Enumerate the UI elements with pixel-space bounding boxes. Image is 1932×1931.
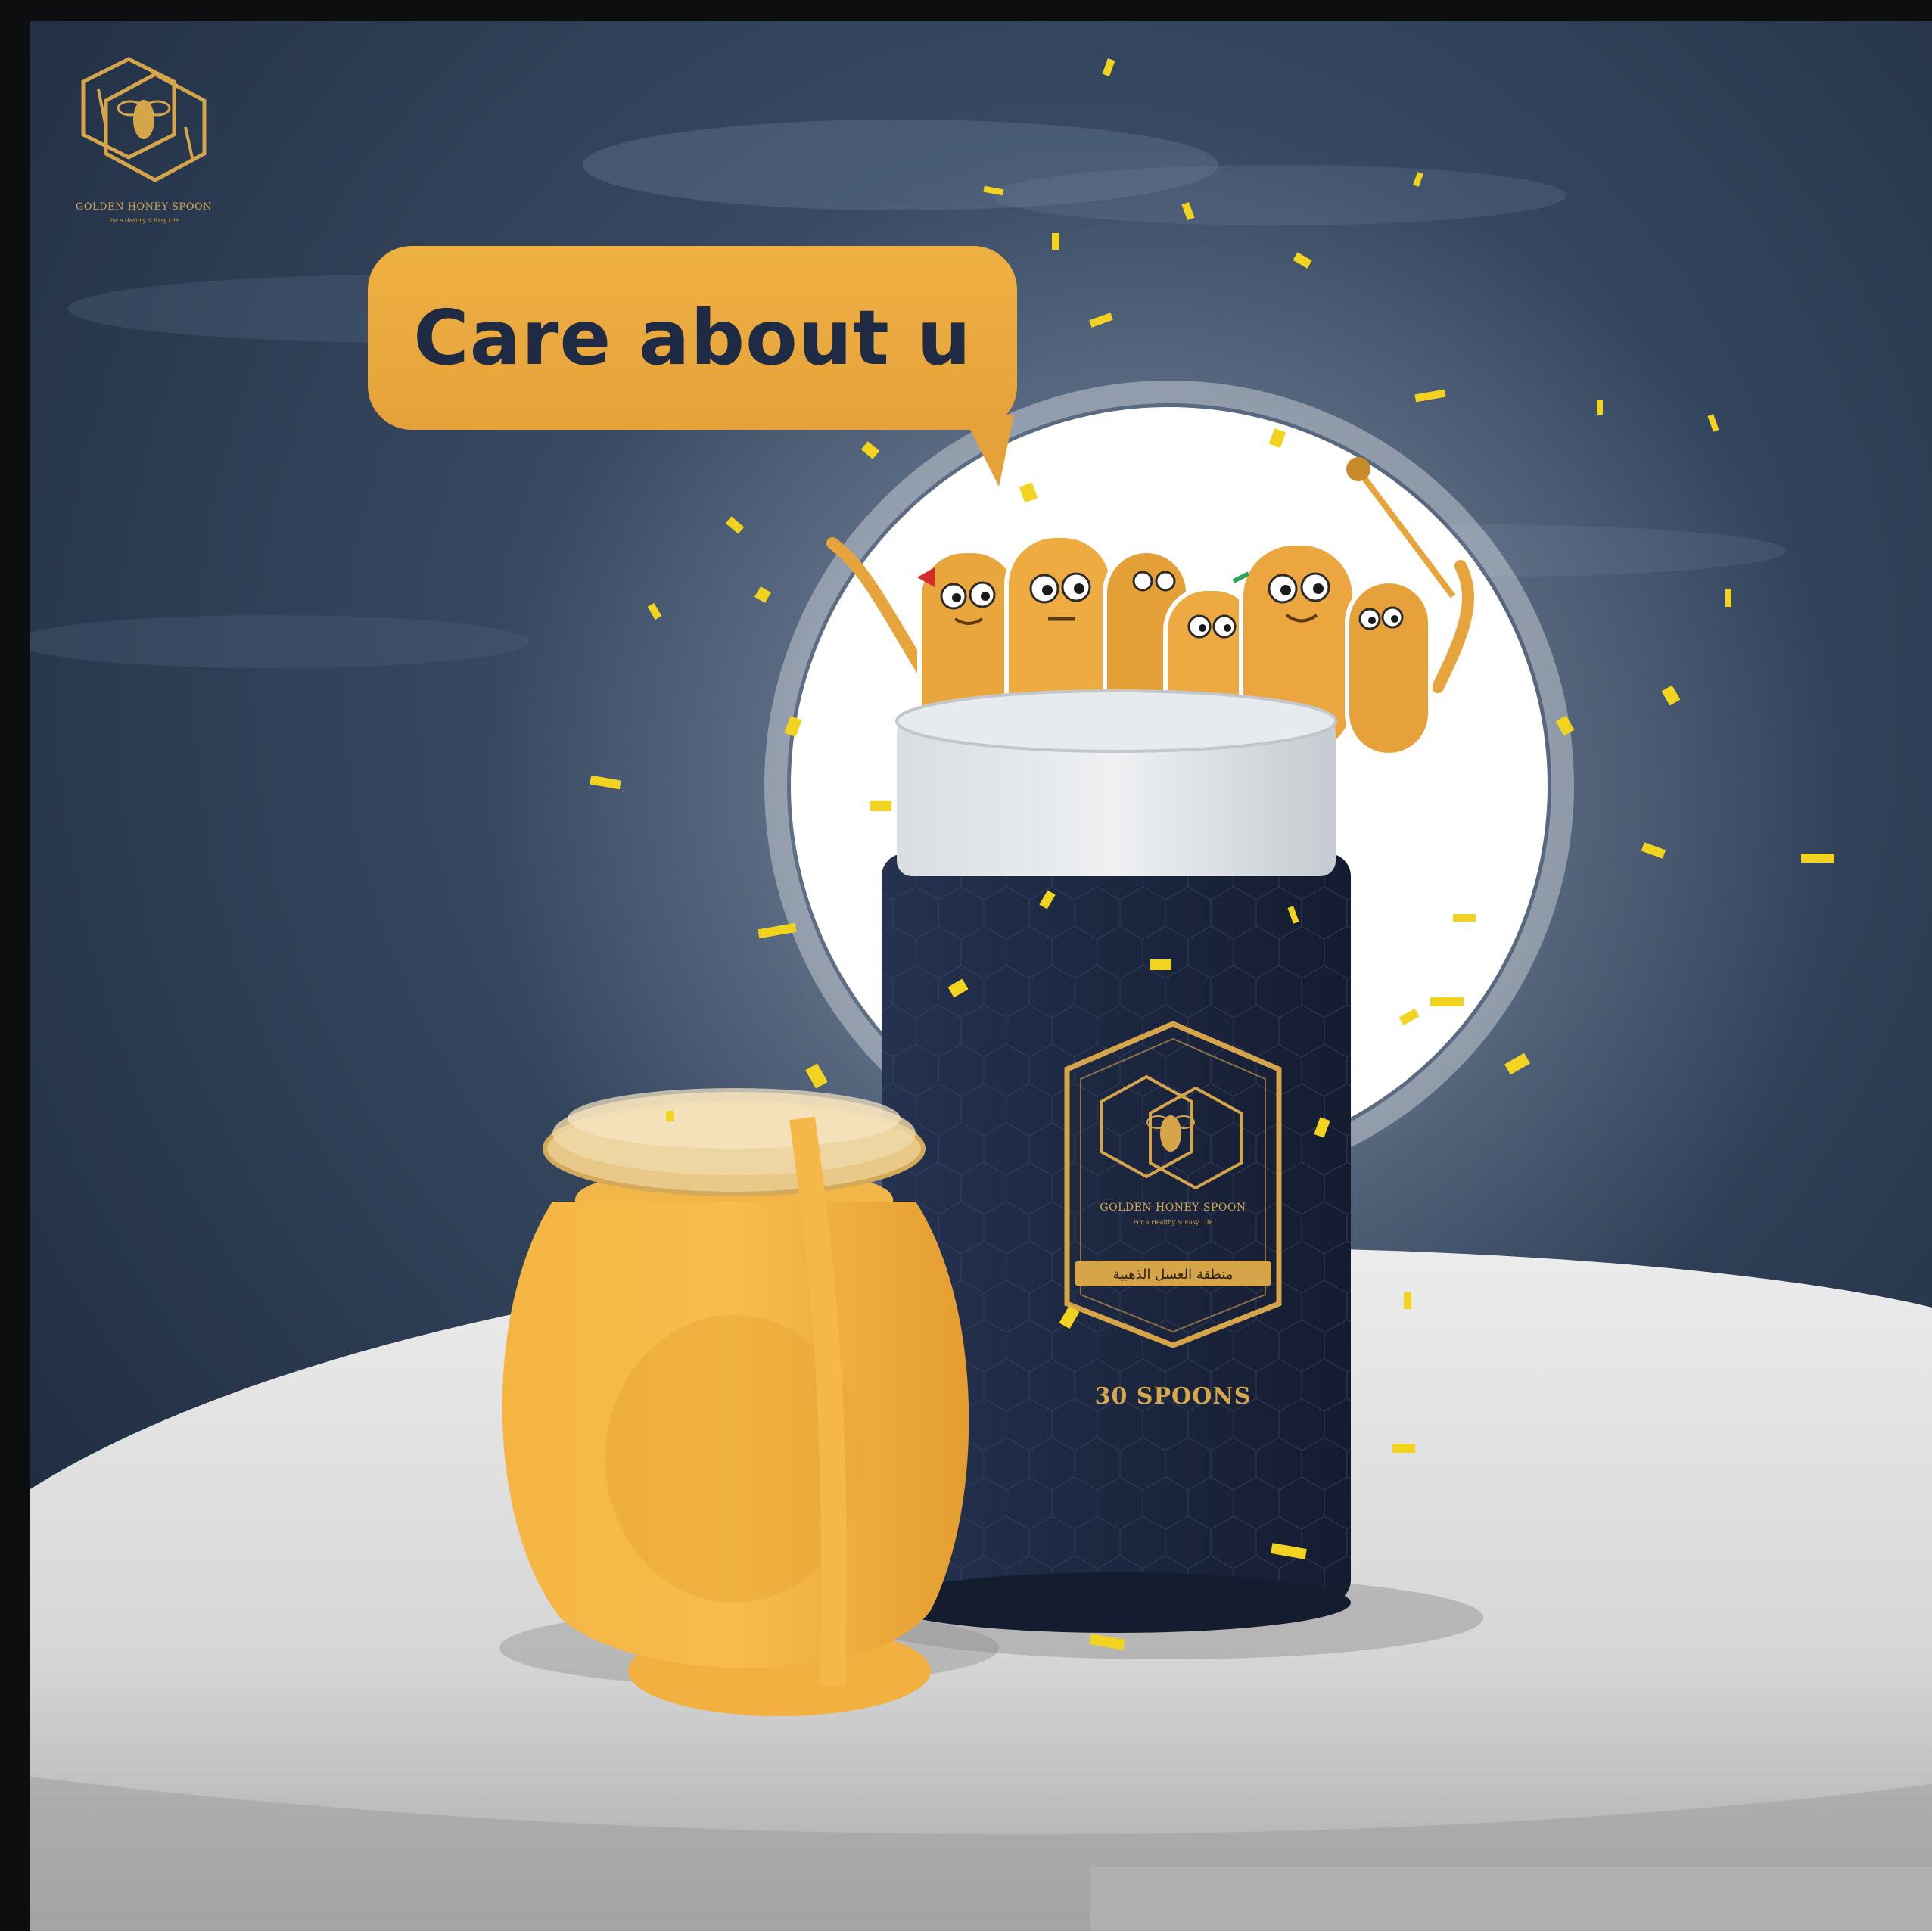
illustration-scene: GOLDEN HONEY SPOON For a Healthy & Easy … [30, 21, 1932, 1931]
brand-name: GOLDEN HONEY SPOON [75, 201, 212, 213]
image-frame: GOLDEN HONEY SPOON For a Healthy & Easy … [0, 0, 1932, 1931]
spoon-count-label: 30 SPOONS [1094, 1383, 1252, 1410]
brand-tagline: For a Healthy & Easy Life [109, 218, 179, 224]
brand-logo: GOLDEN HONEY SPOON For a Healthy & Easy … [53, 36, 235, 241]
canister-arabic-label: منطقة العسل الذهبية [1112, 1267, 1234, 1283]
canister-tagline: For a Healthy & Easy Life [1133, 1219, 1213, 1226]
speech-bubble-text: Care about u [413, 294, 972, 382]
bee-icon [1160, 1115, 1181, 1152]
canister-brand-name: GOLDEN HONEY SPOON [1100, 1202, 1246, 1214]
speech-bubble: Care about u [368, 246, 1017, 430]
